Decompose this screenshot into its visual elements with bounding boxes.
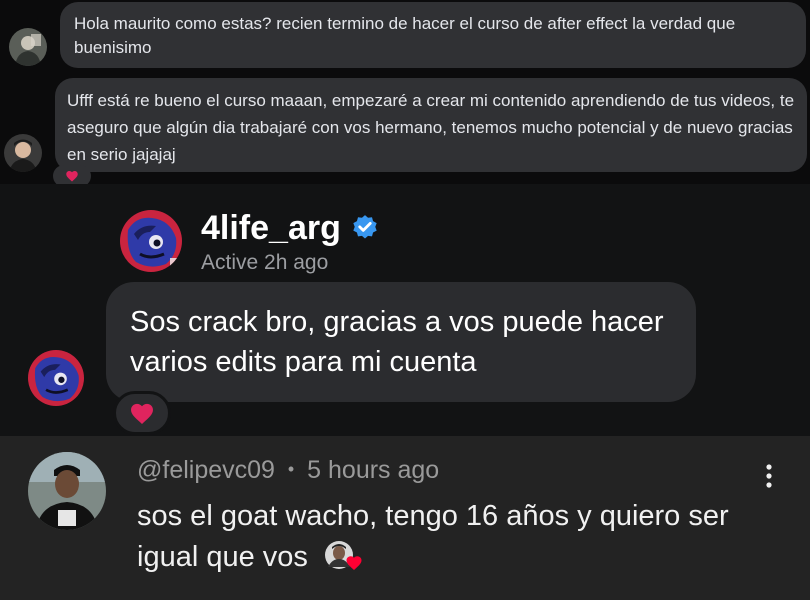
commenter-avatar[interactable] bbox=[28, 452, 106, 530]
creator-heart-icon bbox=[324, 541, 362, 570]
avatar-commenter-1[interactable] bbox=[9, 28, 47, 66]
comment-bubble-2: Ufff está re bueno el curso maaan, empez… bbox=[55, 78, 807, 172]
dm-message-bubble[interactable]: Sos crack bro, gracias a vos puede hacer… bbox=[106, 282, 696, 402]
comment-bubble-1: Hola maurito como estas? recien termino … bbox=[60, 2, 806, 68]
dm-status: Active 2h ago bbox=[201, 251, 329, 274]
comment-text-2: Ufff está re bueno el curso maaan, empez… bbox=[67, 91, 795, 164]
more-vertical-icon bbox=[766, 464, 772, 488]
meta-separator: • bbox=[287, 459, 295, 479]
dm-message-reaction[interactable] bbox=[113, 391, 171, 435]
dm-header[interactable]: 4life_arg bbox=[201, 206, 379, 250]
comment-text-1: Hola maurito como estas? recien termino … bbox=[74, 14, 736, 57]
heart-icon bbox=[66, 170, 78, 182]
verified-badge-icon bbox=[353, 215, 377, 239]
heart-icon bbox=[131, 403, 153, 424]
dm-message-text: Sos crack bro, gracias a vos puede hacer… bbox=[130, 306, 664, 378]
comment-meta: @felipevc09 • 5 hours ago bbox=[137, 456, 439, 485]
comment-author[interactable]: @felipevc09 bbox=[137, 456, 275, 484]
comment-body: sos el goat wacho, tengo 16 años y quier… bbox=[137, 496, 757, 578]
avatar-commenter-2[interactable] bbox=[4, 134, 42, 172]
comment-text: sos el goat wacho, tengo 16 años y quier… bbox=[137, 500, 729, 573]
comment-time[interactable]: 5 hours ago bbox=[307, 456, 439, 484]
creator-heart[interactable] bbox=[324, 540, 364, 572]
dm-username[interactable]: 4life_arg bbox=[201, 209, 341, 248]
dm-avatar[interactable] bbox=[120, 210, 182, 272]
comment-menu-button[interactable] bbox=[757, 461, 781, 491]
dm-message-avatar[interactable] bbox=[28, 350, 84, 406]
